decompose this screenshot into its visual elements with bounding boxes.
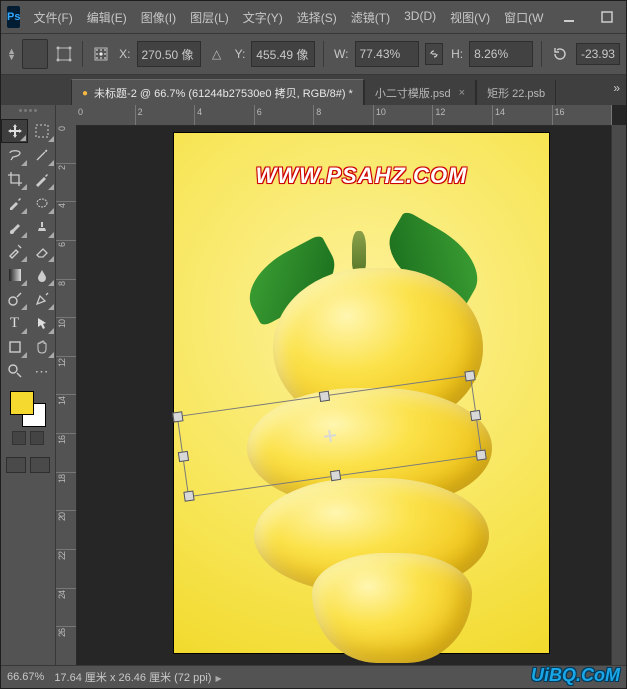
transform-center-icon[interactable] [323,429,337,443]
zoom-level[interactable]: 66.67% [7,671,44,683]
w-field[interactable]: 77.43% [355,41,419,67]
x-field[interactable]: 270.50 像⁠ [137,41,201,67]
ruler-vertical[interactable]: 02468101214161820222426 [56,125,77,666]
menu-image[interactable]: 图像(I) [134,5,183,30]
vertical-scrollbar[interactable] [611,125,626,666]
tab-third[interactable]: 矩形 22.psb [476,80,556,106]
transform-handle[interactable] [475,449,486,460]
crop-tool[interactable] [1,167,28,191]
tab-active[interactable]: ● 未标题-2 @ 66.7% (61244b27530e0 拷贝, RGB/8… [71,79,364,106]
menu-layer[interactable]: 图层(L) [183,5,236,30]
site-watermark: UiBQ.CoM [531,665,620,686]
options-expand[interactable]: ▲▼ [7,48,16,60]
history-brush-tool[interactable] [1,239,28,263]
menu-window[interactable]: 窗口(W [497,5,550,30]
brush-tool[interactable] [1,215,28,239]
document-info[interactable]: 17.64 厘米 x 26.46 厘米 (72 ppi)▶ [54,669,221,685]
lemon-stem [352,231,366,271]
screen-mode [1,457,55,473]
h-label: H: [451,47,463,61]
app-icon: Ps [7,6,20,28]
gradient-tool[interactable] [1,263,28,287]
menu-select[interactable]: 选择(S) [290,5,344,30]
minimize-button[interactable] [550,3,588,31]
menu-filter[interactable]: 滤镜(T) [344,5,397,30]
window-controls [550,3,627,31]
foreground-color[interactable] [10,391,34,415]
tabs-overflow-icon[interactable]: » [613,81,620,95]
toolbox-grip[interactable] [1,109,55,117]
w-label: W: [334,47,348,61]
transform-handle[interactable] [470,410,481,421]
angle-field[interactable]: -23.93 [576,43,620,65]
zoom-tool[interactable] [1,359,28,383]
menu-edit[interactable]: 编辑(E) [80,5,134,30]
dirty-indicator-icon: ● [82,88,88,99]
photoshop-window: Ps 文件(F) 编辑(E) 图像(I) 图层(L) 文字(Y) 选择(S) 滤… [0,0,627,689]
transform-handle[interactable] [464,370,475,381]
tool-preset-thumb[interactable] [22,39,48,69]
lasso-tool[interactable] [1,143,28,167]
clone-stamp-tool[interactable] [28,215,55,239]
menu-3d[interactable]: 3D(D) [397,5,443,30]
blur-tool[interactable] [28,263,55,287]
type-tool[interactable]: T [1,311,28,335]
main-menu: 文件(F) 编辑(E) 图像(I) 图层(L) 文字(Y) 选择(S) 滤镜(T… [26,5,550,30]
titlebar: Ps 文件(F) 编辑(E) 图像(I) 图层(L) 文字(Y) 选择(S) 滤… [1,1,626,33]
swap-colors-icon[interactable] [30,431,44,445]
y-label: Y: [235,47,246,61]
pen-tool[interactable] [28,287,55,311]
tab-second[interactable]: 小二寸模版.psd × [364,80,476,106]
color-swatches [1,383,55,449]
maximize-button[interactable] [588,3,626,31]
transform-handle[interactable] [172,411,183,422]
slice-tool[interactable] [28,167,55,191]
link-aspect-icon[interactable] [425,43,444,65]
move-tool[interactable] [1,119,28,143]
quickmask-icon[interactable] [6,457,26,473]
lemon-slice [312,553,472,663]
y-field[interactable]: 455.49 像⁠ [251,41,315,67]
tab-close-icon[interactable]: × [459,87,465,99]
marquee-tool[interactable] [28,119,55,143]
magic-wand-tool[interactable] [28,143,55,167]
screenmode-icon[interactable] [30,457,50,473]
ruler-origin[interactable] [56,105,77,126]
canvas-area: 0246810121416 02468101214161820222426 WW… [56,105,626,666]
shape-tool[interactable] [1,335,28,359]
menu-file[interactable]: 文件(F) [26,5,79,30]
path-select-tool[interactable] [28,311,55,335]
transform-handle[interactable] [183,490,194,501]
patch-tool[interactable] [28,191,55,215]
toolbox: T ⋯ [1,105,56,666]
transform-mode-icon[interactable] [54,41,74,67]
options-bar: ▲▼ X: 270.50 像⁠ △ Y: 455.49 像⁠ W: 77.43%… [1,33,626,75]
eyedropper-tool[interactable] [1,191,28,215]
transform-handle[interactable] [329,470,340,481]
menu-type[interactable]: 文字(Y) [236,5,290,30]
x-label: X: [119,47,130,61]
edit-toolbar[interactable]: ⋯ [28,359,55,383]
hand-tool[interactable] [28,335,55,359]
reference-point-icon[interactable] [91,41,111,67]
delta-icon[interactable]: △ [207,41,227,67]
transform-handle[interactable] [318,391,329,402]
tab-active-label: 未标题-2 @ 66.7% (61244b27530e0 拷贝, RGB/8#)… [94,85,353,101]
rotate-icon[interactable] [550,41,570,67]
eraser-tool[interactable] [28,239,55,263]
watermark-text: WWW.PSAHZ.COM [174,163,549,189]
dodge-tool[interactable] [1,287,28,311]
default-colors-icon[interactable] [12,431,26,445]
workspace: T ⋯ [1,105,626,666]
menu-view[interactable]: 视图(V) [443,5,497,30]
tab-second-label: 小二寸模版.psd [375,85,451,101]
ruler-horizontal[interactable]: 0246810121416 [76,105,612,126]
h-field[interactable]: 8.26% [469,41,533,67]
document-tabs: ● 未标题-2 @ 66.7% (61244b27530e0 拷贝, RGB/8… [1,75,626,106]
tab-third-label: 矩形 22.psb [487,85,545,101]
transform-handle[interactable] [178,451,189,462]
